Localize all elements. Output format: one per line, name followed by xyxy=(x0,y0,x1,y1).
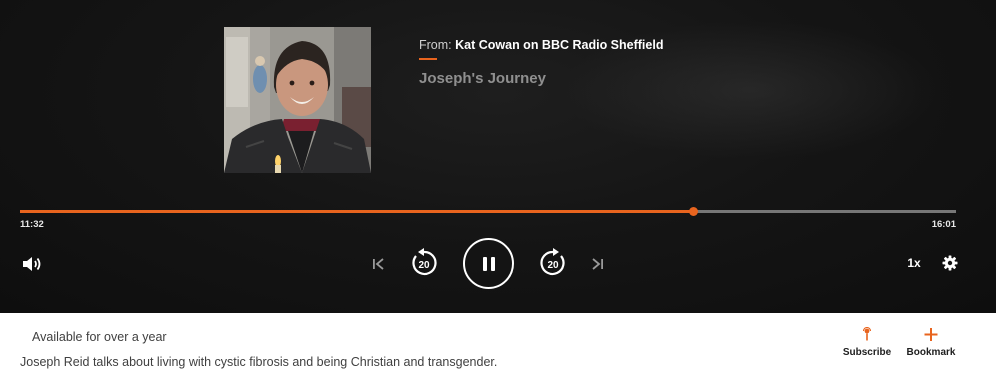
progress-bar[interactable] xyxy=(20,207,956,216)
station-link[interactable]: Kat Cowan on BBC Radio Sheffield xyxy=(455,38,663,52)
total-time: 16:01 xyxy=(931,219,956,230)
bookmark-label: Bookmark xyxy=(906,347,956,358)
skip-next-icon xyxy=(592,258,603,270)
previous-button[interactable] xyxy=(368,254,388,274)
plus-icon xyxy=(924,328,938,341)
playback-speed-button[interactable]: 1x xyxy=(900,254,928,272)
rewind-20-button[interactable]: 20 xyxy=(407,246,441,280)
episode-artwork xyxy=(224,27,371,173)
rewind-seconds-label: 20 xyxy=(418,260,430,271)
pause-icon xyxy=(482,256,495,271)
speaker-icon xyxy=(23,257,41,271)
volume-button[interactable] xyxy=(20,253,44,275)
episode-title: Joseph's Journey xyxy=(419,70,546,87)
progress-handle[interactable] xyxy=(689,207,699,216)
episode-info: Available for over a year Joseph Reid ta… xyxy=(0,313,996,380)
rewind-icon: 20 xyxy=(412,248,437,276)
audio-player: From: Kat Cowan on BBC Radio Sheffield J… xyxy=(0,0,996,313)
accent-divider xyxy=(419,58,437,60)
bookmark-button[interactable]: Bookmark xyxy=(904,327,958,358)
skip-previous-icon xyxy=(373,258,384,270)
episode-description: Joseph Reid talks about living with cyst… xyxy=(20,355,498,369)
fast-forward-icon: 20 xyxy=(540,248,565,276)
next-button[interactable] xyxy=(588,254,608,274)
gear-icon xyxy=(942,255,958,271)
settings-button[interactable] xyxy=(940,253,960,273)
subscribe-button[interactable]: Subscribe xyxy=(842,327,892,358)
forward-20-button[interactable]: 20 xyxy=(536,246,570,280)
subscribe-icon xyxy=(862,327,872,341)
elapsed-time: 11:32 xyxy=(20,219,44,230)
subscribe-label: Subscribe xyxy=(842,347,892,358)
availability-text: Available for over a year xyxy=(32,330,167,344)
pause-button[interactable] xyxy=(463,238,514,289)
host-portrait-image xyxy=(224,27,371,173)
progress-fill xyxy=(20,210,694,213)
forward-seconds-label: 20 xyxy=(547,260,559,271)
from-prefix: From: xyxy=(419,38,452,52)
episode-meta: From: Kat Cowan on BBC Radio Sheffield J… xyxy=(419,38,663,87)
episode-source: From: Kat Cowan on BBC Radio Sheffield xyxy=(419,38,663,52)
